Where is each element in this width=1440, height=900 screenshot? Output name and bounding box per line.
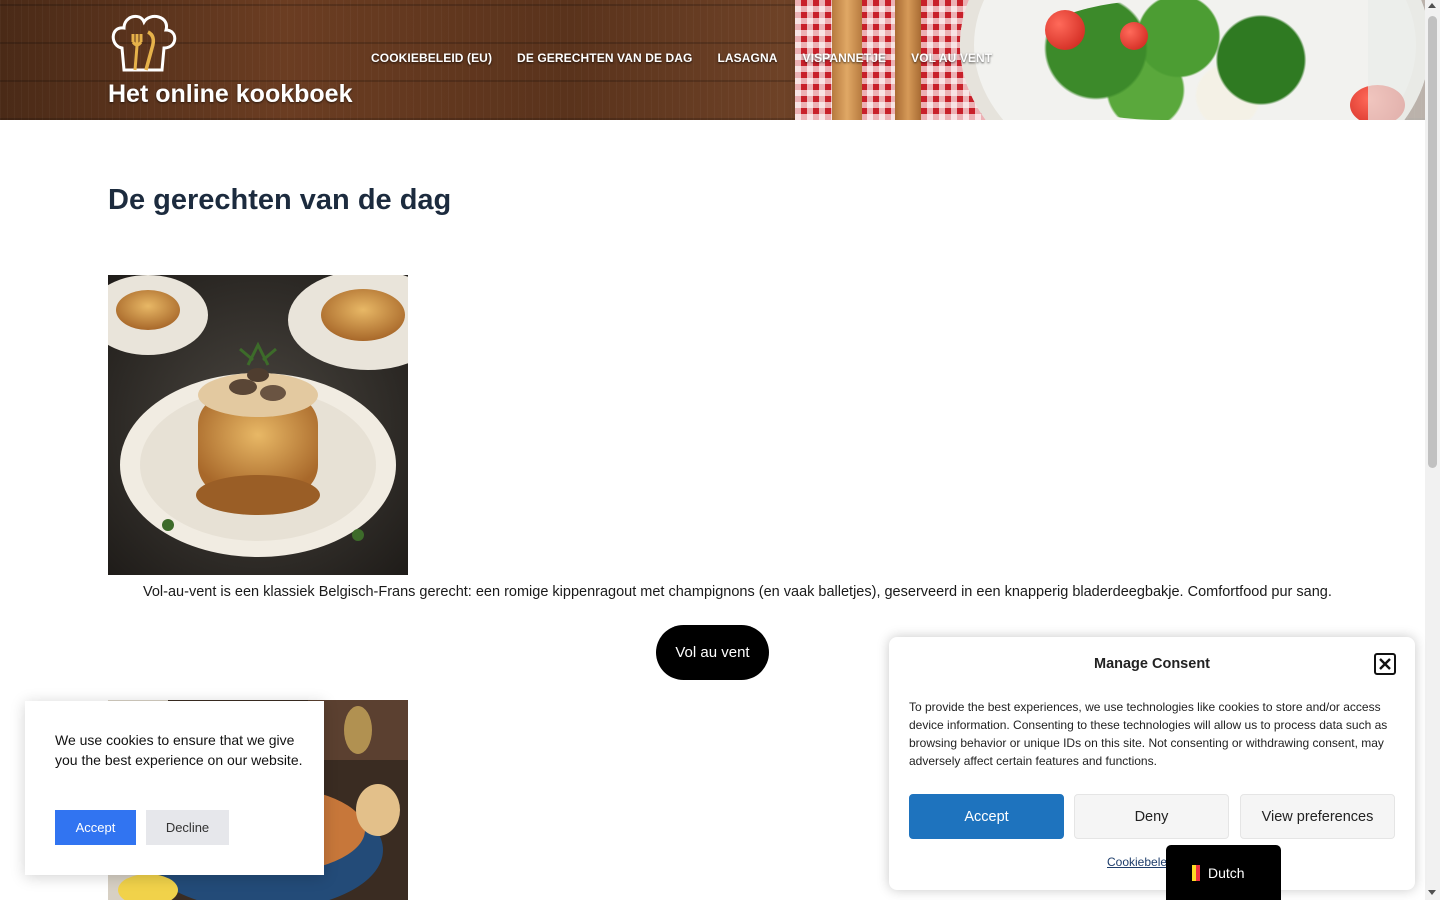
vol-au-vent-button[interactable]: Vol au vent <box>656 625 769 680</box>
header-tomato <box>1120 22 1148 50</box>
consent-view-preferences-button[interactable]: View preferences <box>1240 794 1395 839</box>
vol-au-vent-image <box>108 275 408 575</box>
scrollbar-thumb[interactable] <box>1428 16 1437 468</box>
manage-consent-dialog: Manage Consent To provide the best exper… <box>889 637 1415 890</box>
language-label: Dutch <box>1208 864 1245 881</box>
header-glass <box>1368 0 1425 120</box>
main-navigation: Cookiebeleid (EU) De gerechten van de da… <box>371 51 992 65</box>
header-tomato <box>1045 10 1085 50</box>
dish-description: Vol-au-vent is een klassiek Belgisch-Fra… <box>143 584 1332 600</box>
nav-item-vol-au-vent[interactable]: Vol au vent <box>911 51 992 65</box>
cookie-accept-button[interactable]: Accept <box>55 810 136 845</box>
nav-item-vispannetje[interactable]: Vispannetje <box>803 51 887 65</box>
scroll-up-arrow-icon[interactable] <box>1428 3 1436 8</box>
consent-deny-button[interactable]: Deny <box>1074 794 1229 839</box>
consent-body-text: To provide the best experiences, we use … <box>909 700 1388 768</box>
cookie-notice-message: We use cookies to ensure that we give yo… <box>55 732 303 768</box>
nav-item-gerechten-van-de-dag[interactable]: De gerechten van de dag <box>517 51 692 65</box>
cookie-notice: We use cookies to ensure that we give yo… <box>25 701 324 875</box>
nav-item-cookiebeleid[interactable]: Cookiebeleid (EU) <box>371 51 492 65</box>
cookie-decline-button[interactable]: Decline <box>146 810 229 845</box>
consent-accept-button[interactable]: Accept <box>909 794 1064 839</box>
scroll-down-arrow-icon[interactable] <box>1428 890 1436 895</box>
consent-title: Manage Consent <box>1093 656 1210 672</box>
chef-hat-logo-icon[interactable] <box>108 12 178 74</box>
page-scrollbar[interactable] <box>1425 0 1440 900</box>
site-title[interactable]: Het online kookboek <box>108 80 352 109</box>
site-header: Het online kookboek Cookiebeleid (EU) De… <box>0 0 1425 120</box>
language-switcher[interactable]: Dutch <box>1166 845 1281 900</box>
nav-item-lasagna[interactable]: Lasagna <box>717 51 777 65</box>
page-title: De gerechten van de dag <box>108 184 452 216</box>
close-icon[interactable] <box>1374 653 1396 675</box>
belgium-flag-icon <box>1188 864 1200 881</box>
